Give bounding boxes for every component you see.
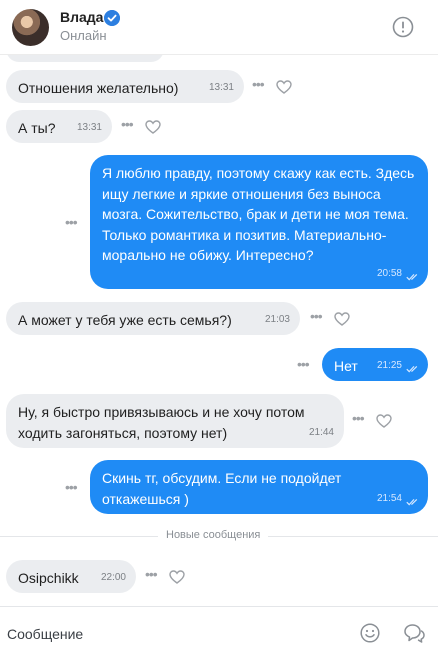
read-receipt-icon bbox=[406, 365, 418, 373]
message-bubble: Нет 21:25 bbox=[322, 348, 428, 381]
message-time: 13:31 bbox=[208, 81, 234, 93]
contact-status: Онлайн bbox=[60, 28, 107, 43]
chat-header: Влада Онлайн bbox=[0, 0, 438, 55]
message-time: 21:03 bbox=[264, 313, 290, 325]
message-text: Отношения желательно) bbox=[18, 80, 179, 96]
verified-badge-icon bbox=[104, 10, 120, 26]
contact-name[interactable]: Влада bbox=[60, 9, 103, 25]
message-time: 21:44 bbox=[308, 426, 334, 438]
like-heart-icon[interactable] bbox=[169, 570, 185, 584]
message-bubble: Osipchikk 22:00 bbox=[6, 560, 136, 593]
message-text: Ну, я быстро привязываюсь и не хочу пото… bbox=[18, 404, 305, 441]
message-input[interactable] bbox=[0, 607, 349, 661]
more-options-icon[interactable]: ••• bbox=[310, 308, 323, 324]
message-bubble: Скинь тг, обсудим. Если не подойдет отка… bbox=[90, 460, 428, 514]
more-options-icon[interactable]: ••• bbox=[252, 76, 265, 92]
message-bubble: Отношения желательно) 13:31 bbox=[6, 70, 244, 103]
read-receipt-icon bbox=[406, 273, 418, 281]
message-text: Скинь тг, обсудим. Если не подойдет отка… bbox=[102, 470, 342, 507]
new-messages-label: Новые сообщения bbox=[158, 529, 269, 541]
message-bubble: А ты? 13:31 bbox=[6, 110, 112, 143]
more-options-icon[interactable]: ••• bbox=[297, 356, 310, 372]
message-composer bbox=[0, 606, 438, 661]
avatar[interactable] bbox=[12, 9, 49, 46]
message-time: 13:31 bbox=[76, 121, 102, 133]
message-bubble: Ну, я быстро привязываюсь и не хочу пото… bbox=[6, 394, 344, 448]
like-heart-icon[interactable] bbox=[376, 414, 392, 428]
message-text: А может у тебя уже есть семья?) bbox=[18, 312, 232, 328]
message-time: 21:25 bbox=[376, 359, 402, 371]
more-options-icon[interactable]: ••• bbox=[352, 410, 365, 426]
read-receipt-icon bbox=[406, 498, 418, 506]
info-icon[interactable] bbox=[392, 16, 414, 38]
like-heart-icon[interactable] bbox=[276, 80, 292, 94]
more-options-icon[interactable]: ••• bbox=[65, 479, 78, 495]
more-options-icon[interactable]: ••• bbox=[121, 116, 134, 132]
message-time: 22:00 bbox=[100, 571, 126, 583]
more-options-icon[interactable]: ••• bbox=[65, 214, 78, 230]
message-text: Нет bbox=[334, 358, 358, 374]
message-bubble: Я люблю правду, поэтому скажу как есть. … bbox=[90, 155, 428, 289]
message-time: 21:54 bbox=[376, 492, 402, 504]
like-heart-icon[interactable] bbox=[334, 312, 350, 326]
message-bubble: А может у тебя уже есть семья?) 21:03 bbox=[6, 302, 300, 335]
stickers-icon[interactable] bbox=[403, 623, 425, 643]
message-time: 20:58 bbox=[376, 267, 402, 279]
like-heart-icon[interactable] bbox=[145, 120, 161, 134]
message-text: Я люблю правду, поэтому скажу как есть. … bbox=[102, 165, 415, 263]
more-options-icon[interactable]: ••• bbox=[145, 566, 158, 582]
emoji-icon[interactable] bbox=[360, 623, 380, 643]
